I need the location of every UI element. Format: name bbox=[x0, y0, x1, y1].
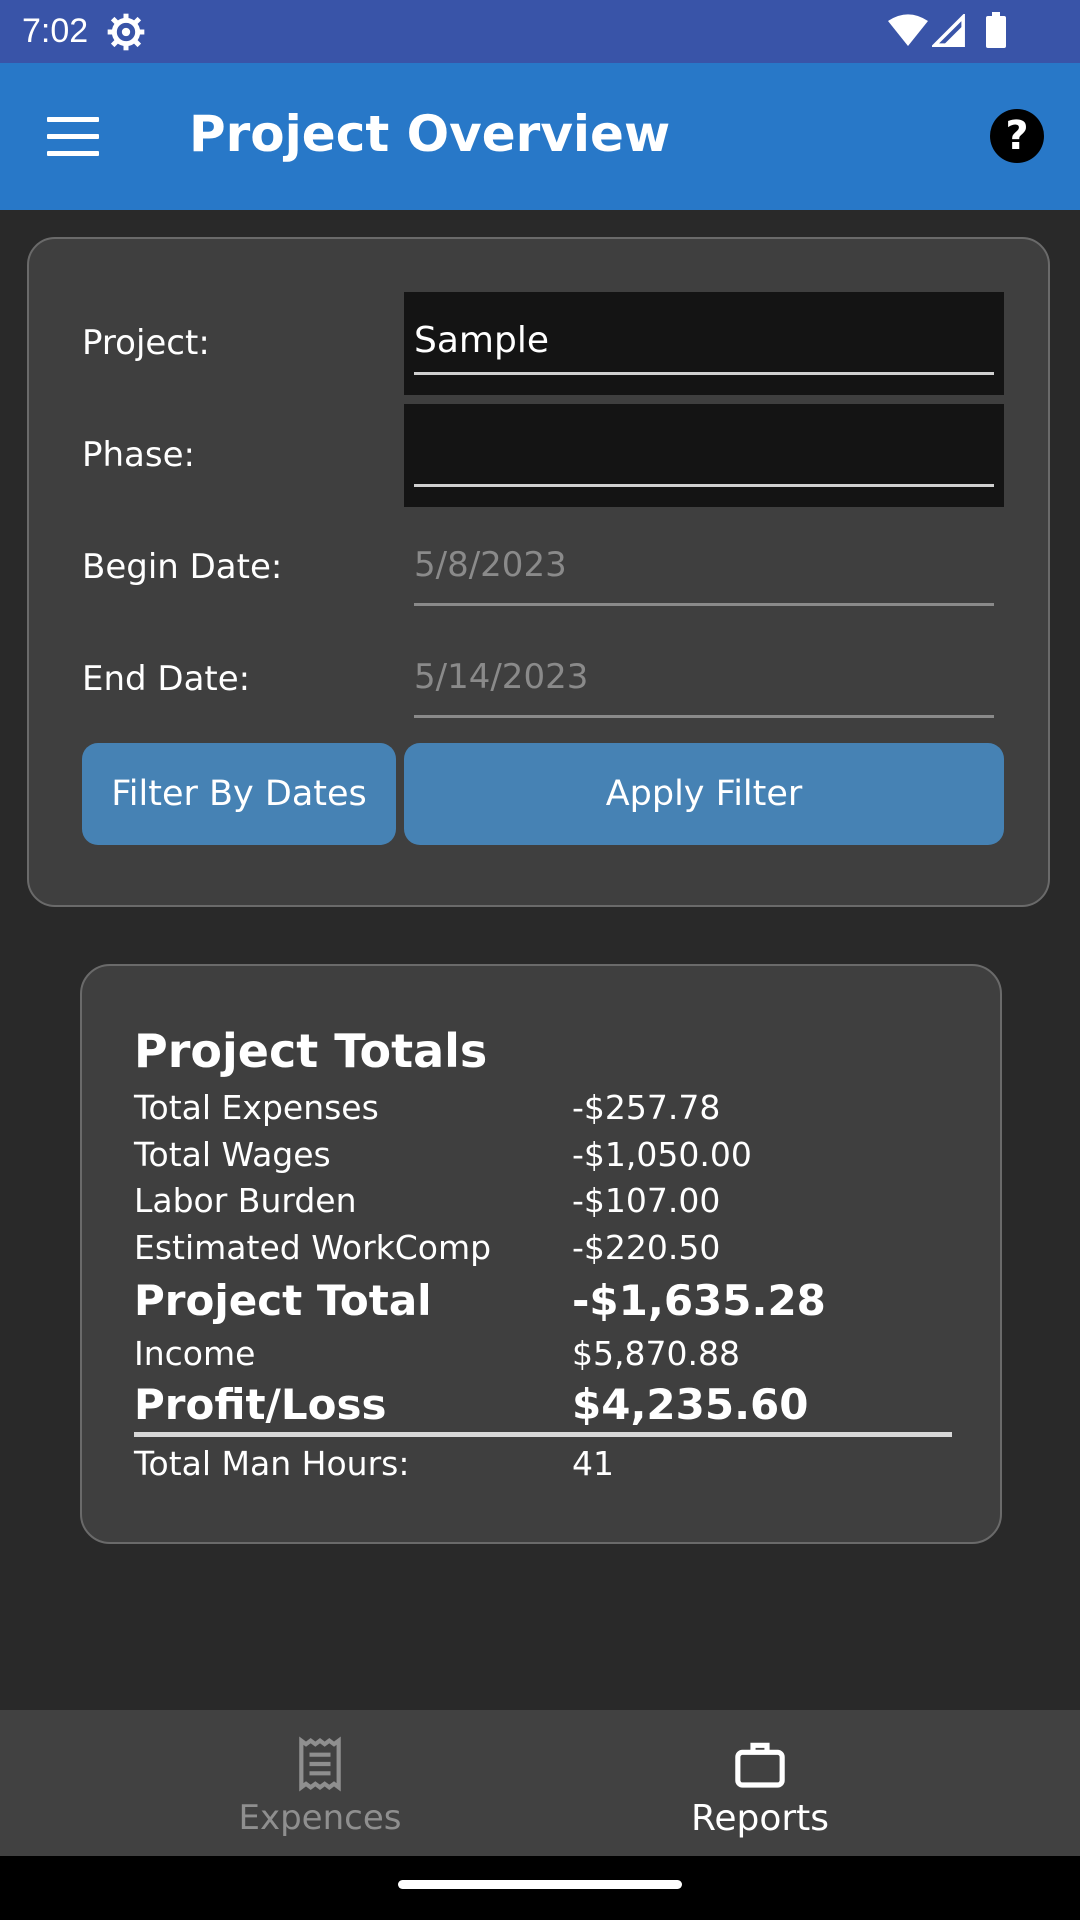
apply-filter-button[interactable]: Apply Filter bbox=[404, 743, 1004, 845]
end-date-label: End Date: bbox=[82, 659, 251, 699]
end-date-value: 5/14/2023 bbox=[414, 657, 589, 697]
row-value: -$220.50 bbox=[572, 1228, 721, 1267]
battery-icon bbox=[986, 12, 1006, 48]
app-bar: Project Overview ? bbox=[0, 63, 1080, 210]
row-label: Profit/Loss bbox=[134, 1380, 387, 1429]
status-bar: 7:02 bbox=[0, 0, 1080, 63]
phase-label: Phase: bbox=[82, 435, 195, 475]
project-field-value: Sample bbox=[414, 320, 549, 361]
project-totals-card: Project Totals Total Expenses -$257.78 T… bbox=[80, 964, 1002, 1544]
begin-date-field[interactable]: 5/8/2023 bbox=[414, 545, 994, 606]
row-value: 41 bbox=[572, 1444, 614, 1483]
totals-divider bbox=[134, 1432, 952, 1437]
row-label: Labor Burden bbox=[134, 1181, 357, 1220]
project-field-underline bbox=[414, 372, 994, 375]
help-icon[interactable]: ? bbox=[990, 109, 1044, 163]
row-label: Project Total bbox=[134, 1276, 432, 1325]
filter-by-dates-button[interactable]: Filter By Dates bbox=[82, 743, 396, 845]
row-value: -$1,050.00 bbox=[572, 1135, 752, 1174]
bottom-navigation: Expences Reports bbox=[0, 1710, 1080, 1856]
signal-icon bbox=[932, 14, 965, 47]
home-gesture-handle[interactable] bbox=[398, 1880, 682, 1889]
receipt-icon bbox=[299, 1736, 341, 1792]
totals-title: Project Totals bbox=[134, 1024, 488, 1078]
begin-date-value: 5/8/2023 bbox=[414, 545, 567, 585]
begin-date-label: Begin Date: bbox=[82, 547, 283, 587]
row-value: -$257.78 bbox=[572, 1088, 721, 1127]
end-date-underline bbox=[414, 715, 994, 718]
row-label: Total Man Hours: bbox=[134, 1444, 410, 1483]
row-value: $4,235.60 bbox=[572, 1380, 809, 1429]
briefcase-icon bbox=[735, 1742, 785, 1788]
phase-field[interactable] bbox=[404, 404, 1004, 507]
row-value: -$1,635.28 bbox=[572, 1276, 826, 1325]
gear-icon bbox=[107, 13, 145, 51]
hamburger-menu-icon[interactable] bbox=[47, 117, 99, 157]
row-label: Total Expenses bbox=[134, 1088, 379, 1127]
nav-item-reports[interactable]: Reports bbox=[490, 1710, 1030, 1856]
row-label: Estimated WorkComp bbox=[134, 1228, 492, 1267]
row-label: Income bbox=[134, 1334, 256, 1373]
status-time: 7:02 bbox=[22, 12, 89, 50]
system-navigation-bar bbox=[0, 1856, 1080, 1920]
row-label: Total Wages bbox=[134, 1135, 331, 1174]
row-value: $5,870.88 bbox=[572, 1334, 740, 1373]
project-label: Project: bbox=[82, 323, 210, 363]
page-title: Project Overview bbox=[189, 105, 671, 163]
project-field[interactable]: Sample bbox=[404, 292, 1004, 395]
row-value: -$107.00 bbox=[572, 1181, 721, 1220]
begin-date-underline bbox=[414, 603, 994, 606]
end-date-field[interactable]: 5/14/2023 bbox=[414, 657, 994, 718]
phase-field-underline bbox=[414, 484, 994, 487]
filter-card: Project: Sample Phase: Begin Date: 5/8/2… bbox=[27, 237, 1050, 907]
nav-label-reports: Reports bbox=[690, 1798, 830, 1839]
wifi-icon bbox=[888, 14, 928, 47]
